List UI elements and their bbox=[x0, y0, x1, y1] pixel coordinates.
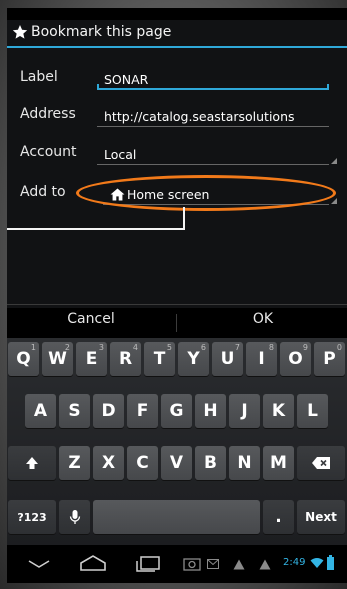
address-label: Address bbox=[20, 106, 76, 122]
label-input-value: SONAR bbox=[104, 72, 149, 87]
key-o[interactable]: O9 bbox=[280, 342, 311, 376]
label-input[interactable]: SONAR bbox=[97, 64, 329, 90]
key-w[interactable]: W2 bbox=[42, 342, 73, 376]
key-x[interactable]: X bbox=[93, 446, 124, 480]
key-m[interactable]: M bbox=[263, 446, 294, 480]
key-k[interactable]: K bbox=[263, 394, 294, 428]
dropdown-triangle-icon bbox=[331, 198, 337, 204]
address-input-value: http://catalog.seastarsolutions bbox=[104, 109, 295, 124]
space-bar[interactable] bbox=[93, 500, 260, 534]
recent-apps-icon[interactable] bbox=[135, 556, 161, 572]
key-u[interactable]: U7 bbox=[212, 342, 243, 376]
key-i[interactable]: I8 bbox=[246, 342, 277, 376]
callout-line bbox=[183, 207, 185, 229]
symbols-key[interactable]: ?123 bbox=[8, 500, 56, 534]
battery-icon bbox=[327, 555, 334, 570]
key-g[interactable]: G bbox=[161, 394, 192, 428]
key-v[interactable]: V bbox=[161, 446, 192, 480]
key-q[interactable]: Q1 bbox=[8, 342, 39, 376]
key-z[interactable]: Z bbox=[59, 446, 90, 480]
address-input[interactable]: http://catalog.seastarsolutions bbox=[97, 101, 329, 127]
dialog-title-text: Bookmark this page bbox=[31, 24, 172, 40]
key-p[interactable]: P0 bbox=[314, 342, 345, 376]
home-nav-icon[interactable] bbox=[79, 555, 107, 571]
key-n[interactable]: N bbox=[229, 446, 260, 480]
key-s[interactable]: S bbox=[59, 394, 90, 428]
shift-arrow-icon bbox=[26, 457, 38, 469]
star-icon bbox=[12, 25, 28, 39]
soft-keyboard: Q1 W2 E3 R4 T5 Y6 U7 I8 O9 P0 A S D F G … bbox=[7, 338, 347, 545]
key-e[interactable]: E3 bbox=[76, 342, 107, 376]
dropdown-triangle-icon bbox=[331, 158, 337, 164]
key-d[interactable]: D bbox=[93, 394, 124, 428]
key-c[interactable]: C bbox=[127, 446, 158, 480]
next-key[interactable]: Next bbox=[297, 500, 345, 534]
phone-screen: Bookmark this page Label SONAR Address h… bbox=[7, 8, 347, 583]
warning-icon bbox=[259, 559, 271, 570]
key-h[interactable]: H bbox=[195, 394, 226, 428]
dialog-title: Bookmark this page bbox=[7, 20, 347, 44]
key-a[interactable]: A bbox=[25, 394, 56, 428]
ok-button[interactable]: OK bbox=[179, 311, 347, 335]
key-j[interactable]: J bbox=[229, 394, 260, 428]
button-bar-divider bbox=[7, 304, 347, 305]
key-f[interactable]: F bbox=[127, 394, 158, 428]
navigation-bar: 2:49 bbox=[7, 545, 347, 583]
add-to-label: Add to bbox=[20, 184, 66, 200]
backspace-key[interactable] bbox=[297, 446, 345, 480]
microphone-icon bbox=[69, 510, 80, 524]
voice-input-key[interactable] bbox=[59, 500, 90, 534]
back-chevron-icon[interactable] bbox=[27, 559, 51, 569]
highlight-ellipse bbox=[76, 175, 336, 211]
period-key[interactable]: . bbox=[263, 500, 294, 534]
address-row: Address http://catalog.seastarsolutions bbox=[7, 97, 347, 131]
key-y[interactable]: Y6 bbox=[178, 342, 209, 376]
mail-icon bbox=[207, 559, 219, 569]
bookmark-dialog: Bookmark this page Label SONAR Address h… bbox=[7, 20, 347, 308]
label-label: Label bbox=[20, 69, 58, 85]
key-l[interactable]: L bbox=[297, 394, 328, 428]
account-row: Account Local bbox=[7, 135, 347, 169]
cancel-button[interactable]: Cancel bbox=[7, 311, 175, 335]
shift-key[interactable] bbox=[8, 446, 56, 480]
backspace-icon bbox=[312, 457, 330, 469]
account-spinner-value: Local bbox=[104, 147, 137, 162]
title-divider bbox=[7, 46, 347, 48]
account-label: Account bbox=[20, 144, 77, 160]
button-separator bbox=[176, 314, 177, 332]
label-row: Label SONAR bbox=[7, 60, 347, 94]
callout-line bbox=[7, 228, 185, 230]
wifi-icon bbox=[310, 558, 324, 568]
key-b[interactable]: B bbox=[195, 446, 226, 480]
key-r[interactable]: R4 bbox=[110, 342, 141, 376]
screenshot-icon bbox=[183, 558, 201, 571]
status-time: 2:49 bbox=[283, 557, 306, 568]
key-t[interactable]: T5 bbox=[144, 342, 175, 376]
account-spinner[interactable]: Local bbox=[97, 139, 337, 165]
warning-icon bbox=[233, 559, 245, 570]
